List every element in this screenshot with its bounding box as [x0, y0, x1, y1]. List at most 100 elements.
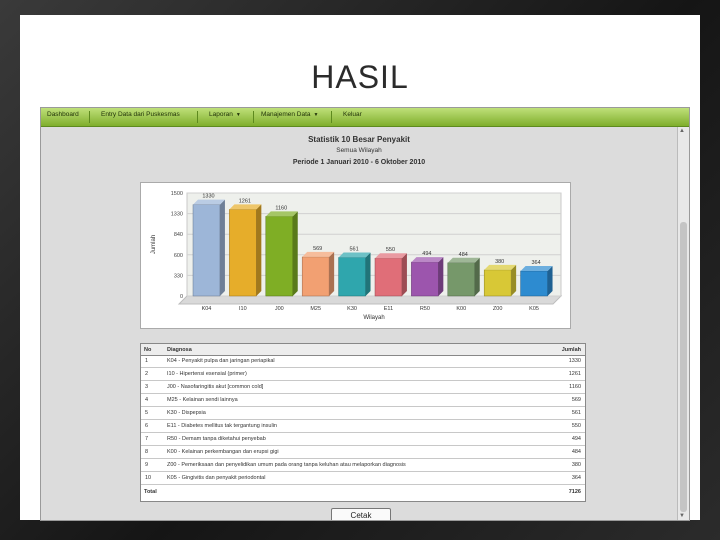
- bar-top: [484, 264, 517, 270]
- vertical-scrollbar[interactable]: ▲ ▼: [677, 127, 689, 520]
- scroll-down-icon[interactable]: ▼: [679, 513, 685, 519]
- cetak-button[interactable]: Cetak: [331, 508, 391, 520]
- bar: [265, 216, 293, 297]
- menu-item-laporan[interactable]: Laporan ▼: [209, 111, 241, 118]
- table-row: 6 E11 - Diabetes mellitus tak tergantung …: [141, 420, 585, 433]
- bar: [301, 256, 330, 297]
- table-row: 10 K05 - Gingivitis dan penyakit periodon…: [141, 472, 585, 485]
- row-no: 4: [145, 397, 149, 403]
- bar-top: [447, 257, 480, 263]
- x-tick-label: Z00: [493, 306, 502, 312]
- slide-title: HASIL: [311, 59, 409, 95]
- row-jumlah: 1330: [568, 358, 581, 364]
- data-label: 380: [495, 259, 504, 265]
- bar: [411, 261, 439, 297]
- table-total-row: Total 7126: [141, 486, 585, 500]
- row-no: 5: [145, 410, 149, 416]
- y-tick-label: 1500: [171, 191, 183, 197]
- row-jumlah: 1160: [569, 384, 581, 390]
- bar-top: [229, 204, 262, 210]
- y-axis-label: Jumlah: [151, 235, 157, 254]
- data-label: 1330: [202, 194, 214, 200]
- bar: [374, 257, 403, 297]
- total-value: 7126: [568, 489, 581, 495]
- table-row: 4 M25 - Kelainan sendi lainnya 569: [141, 394, 585, 407]
- bar-side: [547, 266, 553, 296]
- bar: [520, 270, 548, 297]
- table-row: 7 R50 - Demam tanpa diketahui penyebab 494: [141, 433, 585, 446]
- chart-panel: 1500 1330 840 600 330 0 Jumlah 1330 K04 1261 I10 11…: [140, 182, 571, 329]
- bar-top: [265, 211, 298, 217]
- bar-top: [338, 252, 371, 258]
- bar-side: [511, 264, 517, 296]
- app-window: Dashboard Entry Data dari Puskesmas Lapo…: [40, 107, 690, 521]
- menu-item-manajemen-data[interactable]: Manajemen Data ▼: [261, 111, 318, 118]
- bar-chart: 1500 1330 840 600 330 0 Jumlah 1330 K04 1261 I10 11…: [151, 191, 563, 321]
- diagnosis-table: No Diagnosa Jumlah 1 K04 - Penyakit pulpa…: [140, 343, 586, 502]
- menu-bar: Dashboard Entry Data dari Puskesmas Lapo…: [41, 108, 689, 127]
- y-tick-label: 600: [174, 253, 183, 259]
- bar-side: [329, 251, 335, 296]
- col-header-diagnosa: Diagnosa: [167, 347, 192, 353]
- menu-item-dashboard[interactable]: Dashboard: [47, 111, 79, 118]
- table-row: 3 J00 - Nasofaringitis akut [common cold]…: [141, 381, 585, 394]
- row-diagnosa: J00 - Nasofaringitis akut [common cold]: [167, 384, 264, 390]
- table-row: 9 Z00 - Pemeriksaan dan penyelidikan umum…: [141, 459, 585, 472]
- row-jumlah: 494: [571, 436, 581, 442]
- scroll-thumb[interactable]: [680, 222, 687, 512]
- caret-down-icon: ▼: [235, 112, 241, 118]
- row-diagnosa: Z00 - Pemeriksaan dan penyelidikan umum …: [167, 462, 406, 468]
- bar-side: [292, 211, 298, 296]
- bar-top: [375, 253, 407, 259]
- menu-separator: [197, 111, 198, 123]
- x-tick-label: J00: [275, 306, 284, 312]
- scroll-up-icon[interactable]: ▲: [679, 128, 685, 134]
- y-tick-label: 0: [180, 294, 183, 300]
- table-row: 8 K00 - Kelainan perkembangan dan erupsi …: [141, 446, 585, 459]
- report-subtitle: Semua Wilayah: [336, 147, 382, 154]
- bar-side: [365, 252, 371, 296]
- table-row: 1 K04 - Penyakit pulpa dan jaringan peria…: [141, 355, 585, 368]
- row-diagnosa: I10 - Hipertensi esensial (primer): [167, 371, 247, 377]
- menu-item-keluar[interactable]: Keluar: [343, 111, 362, 118]
- total-label: Total: [144, 489, 157, 495]
- row-diagnosa: R50 - Demam tanpa diketahui penyebab: [167, 436, 266, 442]
- data-label: 484: [459, 252, 468, 258]
- row-jumlah: 364: [571, 475, 581, 481]
- row-diagnosa: K04 - Penyakit pulpa dan jaringan periap…: [167, 358, 275, 364]
- row-no: 1: [145, 358, 149, 364]
- bar-top: [411, 257, 444, 263]
- row-jumlah: 380: [571, 462, 581, 468]
- x-tick-label: R50: [420, 306, 430, 312]
- data-label: 494: [422, 251, 431, 257]
- row-jumlah: 1261: [568, 371, 581, 377]
- row-diagnosa: K30 - Dispepsia: [167, 410, 206, 416]
- slide: HASIL Dashboard Entry Data dari Puskesma…: [20, 15, 700, 521]
- menu-separator: [331, 111, 332, 123]
- row-no: 9: [145, 462, 149, 468]
- bar: [229, 209, 257, 297]
- y-tick-label: 330: [174, 273, 183, 279]
- row-no: 10: [145, 475, 152, 481]
- row-jumlah: 561: [571, 410, 581, 416]
- plot-floor: [177, 295, 563, 305]
- row-diagnosa: E11 - Diabetes mellitus tak tergantung i…: [167, 423, 277, 429]
- x-tick-label: K04: [202, 306, 212, 312]
- report-period: Periode 1 Januari 2010 - 6 Oktober 2010: [292, 159, 426, 166]
- bar-top: [193, 199, 225, 205]
- y-tick-label: 1330: [171, 212, 183, 218]
- table-row: 2 I10 - Hipertensi esensial (primer) 1261: [141, 368, 585, 381]
- row-diagnosa: K00 - Kelainan perkembangan dan erupsi g…: [167, 449, 279, 455]
- data-label: 569: [313, 246, 322, 252]
- row-no: 6: [145, 423, 149, 429]
- x-tick-label: K30: [347, 306, 357, 312]
- bar-top: [520, 266, 553, 272]
- menu-separator: [253, 111, 254, 123]
- bar: [447, 262, 475, 297]
- data-label: 1261: [239, 198, 251, 204]
- row-no: 3: [145, 384, 149, 390]
- col-header-jumlah: Jumlah: [561, 347, 581, 353]
- table-row: 5 K30 - Dispepsia 561: [141, 407, 585, 420]
- menu-item-entry-data[interactable]: Entry Data dari Puskesmas: [101, 111, 180, 118]
- bar-side: [256, 204, 262, 296]
